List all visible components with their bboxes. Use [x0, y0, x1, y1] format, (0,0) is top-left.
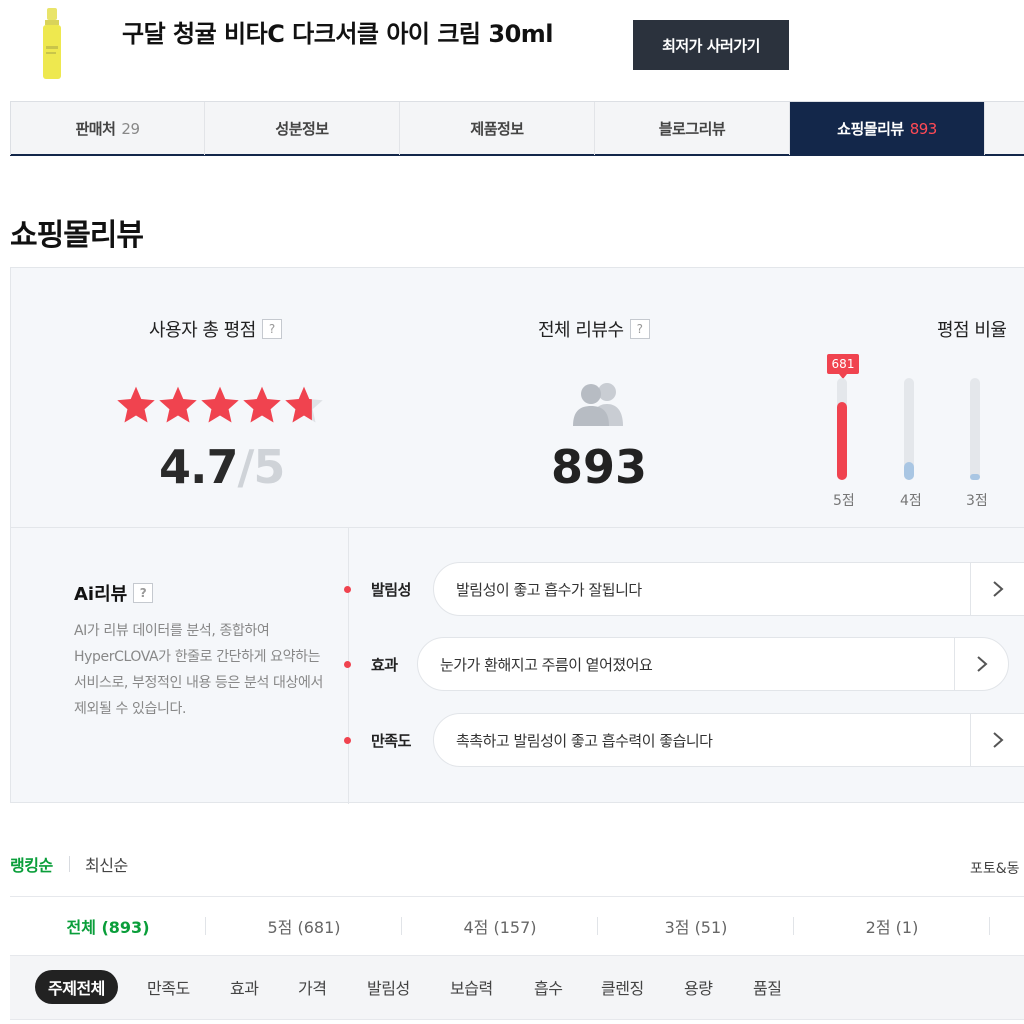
score-tab-2[interactable]: 2점 (1) — [794, 897, 990, 955]
bullet-dot — [344, 736, 351, 744]
score-tab-5[interactable]: 5점 (681) — [206, 897, 402, 955]
ratio-bar-fill — [904, 462, 914, 480]
tab-count: 29 — [121, 119, 140, 138]
lowest-price-button[interactable]: 최저가 사러가기 — [633, 20, 789, 70]
ai-topic-name: 만족도 — [371, 731, 411, 750]
ai-topic-text: 눈가가 환해지고 주름이 옅어졌어요 — [440, 655, 653, 674]
topic-chip[interactable]: 클렌징 — [601, 970, 644, 1004]
topic-chip[interactable]: 보습력 — [450, 970, 493, 1004]
ratio-label: 평점 비율 — [937, 320, 1007, 341]
topic-chip[interactable]: 만족도 — [147, 970, 190, 1004]
help-icon[interactable]: ? — [133, 583, 154, 603]
ratio-bar-label: 3점 — [966, 493, 988, 509]
ai-topic-summary[interactable]: 촉촉하고 발림성이 좋고 흡수력이 좋습니다 — [433, 713, 1024, 767]
ai-review-description: AI가 리뷰 데이터를 분석, 종합하여 HyperCLOVA가 한줄로 간단하… — [74, 623, 323, 717]
divider — [69, 856, 70, 872]
product-header: 구달 청귤 비타C 다크서클 아이 크림 30ml 최저가 사러가기 — [0, 0, 1024, 100]
product-tabs: 판매처 29 성분정보 제품정보 블로그리뷰 쇼핑몰리뷰 893 — [10, 101, 1024, 156]
topic-chip-all[interactable]: 주제전체 — [35, 970, 118, 1004]
rating-stars — [115, 384, 325, 426]
ai-review-title-row: Ai리뷰 ? — [74, 580, 154, 606]
product-thumbnail[interactable] — [36, 6, 68, 82]
ratio-bar-label: 4점 — [900, 493, 922, 509]
star-icon — [159, 386, 197, 423]
star-icon — [201, 386, 239, 423]
help-icon[interactable]: ? — [261, 319, 282, 339]
topic-filters: 주제전체 만족도 효과 가격 발림성 보습력 흡수 클렌징 용량 품질 — [10, 956, 1024, 1020]
ratio-bar-track — [837, 378, 847, 480]
bullet-dot — [344, 585, 351, 593]
chevron-right-icon[interactable] — [970, 714, 1024, 766]
ai-topic-row: 효과 — [344, 636, 398, 692]
score-tab-all[interactable]: 전체 (893) — [10, 897, 206, 955]
tab-blog-reviews[interactable]: 블로그리뷰 — [595, 102, 790, 155]
sort-bar: 랭킹순 최신순 포토&동 — [10, 852, 1024, 878]
bullet-dot — [344, 660, 351, 668]
review-summary: 사용자 총 평점 ? 4.7/5 전체 리뷰수 ? 893 평점 비율 681 … — [10, 267, 1024, 804]
chevron-right-icon[interactable] — [970, 563, 1024, 615]
topic-chip[interactable]: 품질 — [753, 970, 782, 1004]
topic-chip[interactable]: 용량 — [684, 970, 713, 1004]
ratio-bar-label: 5점 — [833, 493, 855, 509]
tab-label: 판매처 — [75, 120, 116, 138]
score-tab-3[interactable]: 3점 (51) — [598, 897, 794, 955]
topic-chip[interactable]: 효과 — [230, 970, 259, 1004]
ai-topic-summary[interactable]: 눈가가 환해지고 주름이 옅어졌어요 — [417, 637, 1009, 691]
tab-ingredients[interactable]: 성분정보 — [205, 102, 400, 155]
score-filter-tabs: 전체 (893) 5점 (681) 4점 (157) 3점 (51) 2점 (1… — [10, 896, 1024, 956]
rating-slash: / — [237, 440, 255, 494]
star-icon — [117, 386, 155, 423]
tab-label: 블로그리뷰 — [658, 120, 726, 138]
rating-max: 5 — [253, 440, 285, 494]
score-tab-4[interactable]: 4점 (157) — [402, 897, 598, 955]
topic-chip[interactable]: 가격 — [298, 970, 327, 1004]
ai-topic-row: 만족도 — [344, 712, 411, 768]
half-star-icon — [285, 386, 323, 423]
sort-latest[interactable]: 최신순 — [85, 852, 128, 876]
product-title: 구달 청귤 비타C 다크서클 아이 크림 30ml — [122, 20, 554, 48]
ai-topic-text: 촉촉하고 발림성이 좋고 흡수력이 좋습니다 — [456, 731, 713, 750]
topic-chip[interactable]: 발림성 — [367, 970, 410, 1004]
tab-label: 제품정보 — [470, 120, 524, 138]
chevron-right-icon[interactable] — [954, 638, 1008, 690]
ai-topic-text: 발림성이 좋고 흡수가 잘됩니다 — [456, 580, 642, 599]
ai-topic-summary[interactable]: 발림성이 좋고 흡수가 잘됩니다 — [433, 562, 1024, 616]
photo-video-filter[interactable]: 포토&동 — [970, 858, 1020, 878]
ratio-bar-fill — [837, 402, 847, 480]
rating-label: 사용자 총 평점 — [149, 320, 256, 341]
ratio-badge: 681 — [827, 354, 859, 379]
rating-score: 4.7/5 — [159, 440, 285, 494]
tab-label: 쇼핑몰리뷰 — [837, 120, 904, 138]
ai-review-title: Ai리뷰 — [74, 584, 128, 605]
topic-chip[interactable]: 흡수 — [534, 970, 563, 1004]
tab-label: 성분정보 — [275, 120, 329, 138]
tab-product-info[interactable]: 제품정보 — [400, 102, 595, 155]
rating-value: 4.7 — [159, 440, 238, 494]
review-count: 893 — [551, 440, 648, 494]
ai-topic-name: 발림성 — [371, 580, 411, 599]
ai-topic-name: 효과 — [371, 655, 398, 674]
ratio-bar-track — [970, 378, 980, 480]
review-count-label-row: 전체 리뷰수 ? — [538, 316, 650, 342]
ratio-bar-track — [904, 378, 914, 480]
people-icon — [573, 383, 623, 426]
tab-shop-reviews[interactable]: 쇼핑몰리뷰 893 — [790, 102, 985, 155]
divider — [11, 527, 1024, 528]
tab-count: 893 — [909, 119, 938, 138]
ai-topic-row: 발림성 — [344, 561, 411, 617]
review-count-label: 전체 리뷰수 — [538, 320, 624, 341]
sort-ranking[interactable]: 랭킹순 — [10, 852, 53, 876]
tab-sellers[interactable]: 판매처 29 — [10, 102, 205, 155]
star-icon — [243, 386, 281, 423]
rating-label-row: 사용자 총 평점 ? — [149, 316, 282, 342]
help-icon[interactable]: ? — [629, 319, 650, 339]
ratio-bar-fill — [970, 474, 980, 480]
section-title: 쇼핑몰리뷰 — [10, 218, 144, 253]
